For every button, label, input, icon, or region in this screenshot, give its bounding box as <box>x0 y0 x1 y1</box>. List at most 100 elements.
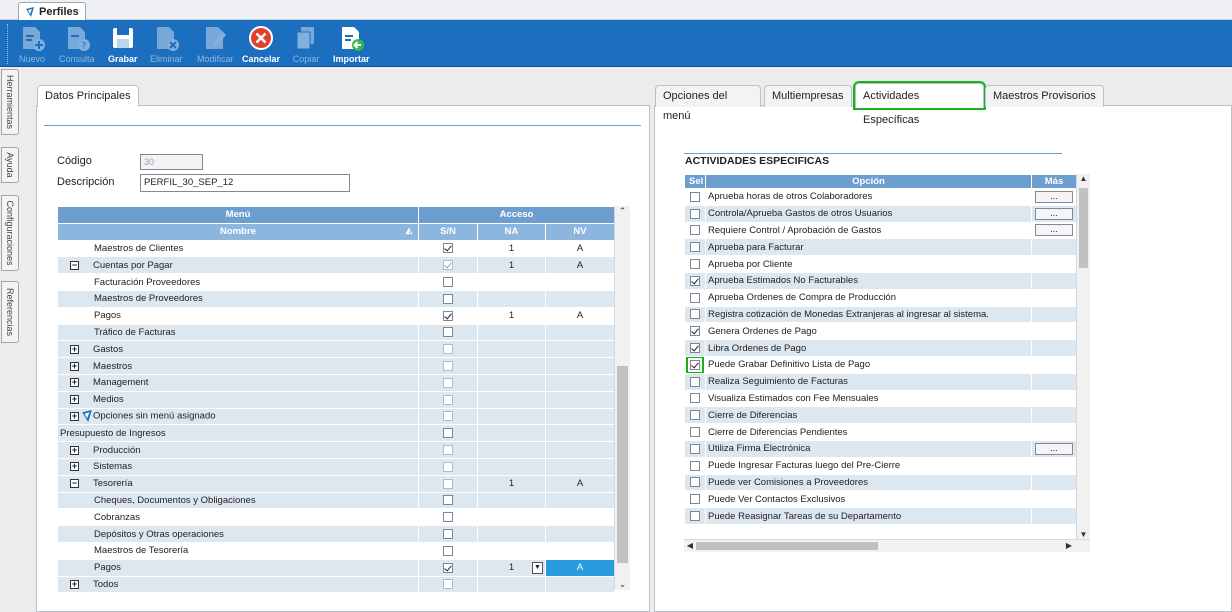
list-item[interactable]: Libra Ordenes de Pago <box>684 339 1077 357</box>
tab-actividades-especificas[interactable]: Actividades Específicas <box>853 81 986 126</box>
tab-maestros-provisorios[interactable]: Maestros Provisorios <box>985 85 1104 107</box>
sn-checkbox[interactable] <box>443 579 453 590</box>
list-item[interactable]: Aprueba Estimados No Facturables <box>684 271 1077 290</box>
grabar-button[interactable]: Grabar <box>108 20 138 67</box>
eliminar-button[interactable]: Eliminar <box>150 20 183 67</box>
na-cell[interactable] <box>477 407 546 426</box>
sn-checkbox[interactable] <box>443 377 453 388</box>
sel-checkbox[interactable] <box>690 343 700 354</box>
list-item[interactable]: Requiere Control / Aprobación de Gastos.… <box>684 221 1077 240</box>
na-cell[interactable] <box>477 273 546 291</box>
header-mas[interactable]: Más <box>1031 174 1077 189</box>
na-cell[interactable] <box>477 289 546 308</box>
sn-checkbox[interactable] <box>443 394 453 405</box>
na-cell[interactable] <box>477 340 546 359</box>
nv-cell[interactable] <box>544 575 616 594</box>
copiar-button[interactable]: Copiar <box>292 20 320 67</box>
na-cell[interactable] <box>477 541 546 560</box>
sn-checkbox[interactable] <box>443 243 453 254</box>
header-sel[interactable]: Sel <box>684 174 706 189</box>
na-cell[interactable] <box>477 373 546 392</box>
importar-button[interactable]: Importar <box>333 20 370 67</box>
table-row[interactable]: + Management <box>57 373 616 392</box>
nv-cell[interactable] <box>544 525 616 543</box>
scroll-down-icon[interactable]: ⌄ <box>615 579 630 590</box>
expand-icon[interactable]: + <box>70 411 79 421</box>
na-cell[interactable]: 1 ▼ <box>477 558 546 577</box>
na-cell[interactable]: 1 <box>477 474 546 493</box>
sn-checkbox[interactable] <box>443 562 453 573</box>
table-row[interactable]: − Tesorería 1 A <box>57 474 616 493</box>
nv-cell[interactable] <box>544 541 616 560</box>
sn-checkbox[interactable] <box>443 445 453 456</box>
sel-checkbox[interactable] <box>686 357 704 373</box>
table-row[interactable]: + Producción <box>57 441 616 459</box>
table-row[interactable]: + Gastos <box>57 340 616 359</box>
side-tab-ayuda[interactable]: Ayuda <box>1 147 19 183</box>
sn-checkbox[interactable] <box>443 310 453 321</box>
sn-checkbox[interactable] <box>443 327 453 338</box>
sn-checkbox[interactable] <box>443 260 453 271</box>
list-item[interactable]: Cierre de Diferencias Pendientes <box>684 423 1077 441</box>
side-tab-configuraciones[interactable]: Configuraciones <box>1 195 19 271</box>
header-opcion[interactable]: Opción <box>705 174 1032 189</box>
sel-checkbox[interactable] <box>690 208 700 219</box>
consulta-button[interactable]: ? Consulta <box>59 20 95 67</box>
expand-icon[interactable]: + <box>70 344 79 354</box>
hscroll-thumb[interactable] <box>696 542 878 550</box>
nuevo-button[interactable]: Nuevo <box>18 20 46 67</box>
scroll-down-icon[interactable]: ▼ <box>1077 530 1090 539</box>
sel-checkbox[interactable] <box>690 259 700 270</box>
list-item[interactable]: Aprueba por Cliente <box>684 255 1077 273</box>
na-cell[interactable] <box>477 457 546 476</box>
list-item[interactable]: Registra cotización de Monedas Extranjer… <box>684 305 1077 324</box>
table-row[interactable]: + Sistemas <box>57 457 616 476</box>
more-button[interactable]: ... <box>1035 207 1073 220</box>
sn-checkbox[interactable] <box>443 293 453 304</box>
table-row[interactable]: + Maestros <box>57 357 616 375</box>
scroll-thumb[interactable] <box>617 366 628 563</box>
actividades-hscrollbar[interactable]: ◀ ▶ <box>684 539 1090 552</box>
sel-checkbox[interactable] <box>690 410 700 421</box>
tab-opciones-del-menu[interactable]: Opciones del menú <box>655 85 761 122</box>
table-row[interactable]: Maestros de Tesorería <box>57 541 616 560</box>
na-cell[interactable] <box>477 508 546 527</box>
sn-checkbox[interactable] <box>443 428 453 439</box>
table-row[interactable]: Tráfico de Facturas <box>57 323 616 342</box>
na-cell[interactable]: 1 <box>477 256 546 275</box>
sel-checkbox[interactable] <box>690 309 700 320</box>
header-na[interactable]: NA <box>477 222 546 241</box>
table-row[interactable]: Cheques, Documentos y Obligaciones <box>57 491 616 510</box>
nv-cell[interactable] <box>544 491 616 510</box>
nv-cell[interactable] <box>544 441 616 459</box>
sel-checkbox[interactable] <box>690 191 700 202</box>
na-cell[interactable] <box>477 441 546 459</box>
expand-icon[interactable]: + <box>70 579 79 589</box>
list-item[interactable]: Visualiza Estimados con Fee Mensuales <box>684 389 1077 408</box>
list-item[interactable]: Puede Ingresar Facturas luego del Pre-Ci… <box>684 456 1077 475</box>
nv-cell[interactable] <box>544 390 616 409</box>
list-item[interactable]: Aprueba horas de otros Colaboradores... <box>684 188 1077 206</box>
side-tab-herramientas[interactable]: Herramientas <box>1 69 19 135</box>
sn-checkbox[interactable] <box>443 277 453 288</box>
sel-checkbox[interactable] <box>690 427 700 438</box>
nv-cell[interactable] <box>544 357 616 375</box>
list-item[interactable]: Controla/Aprueba Gastos de otros Usuario… <box>684 204 1077 223</box>
nv-cell[interactable]: A <box>544 239 616 258</box>
list-item[interactable]: Puede Reasignar Tareas de su Departament… <box>684 507 1077 525</box>
table-row[interactable]: Pagos 1 ▼ A <box>57 558 616 577</box>
na-dropdown-button[interactable]: ▼ <box>532 561 543 574</box>
scroll-thumb[interactable] <box>1079 188 1088 268</box>
header-nv[interactable]: NV <box>544 222 616 241</box>
sn-checkbox[interactable] <box>443 361 453 372</box>
nv-cell[interactable] <box>544 407 616 426</box>
scroll-up-icon[interactable]: ⌃ <box>615 206 630 217</box>
sn-checkbox[interactable] <box>443 344 453 355</box>
sel-checkbox[interactable] <box>690 460 700 471</box>
nv-cell[interactable]: A <box>544 256 616 275</box>
expand-icon[interactable]: + <box>70 462 79 472</box>
collapse-icon[interactable]: − <box>70 260 79 270</box>
sel-checkbox[interactable] <box>690 225 700 236</box>
sel-checkbox[interactable] <box>690 443 700 454</box>
na-cell[interactable] <box>477 357 546 375</box>
